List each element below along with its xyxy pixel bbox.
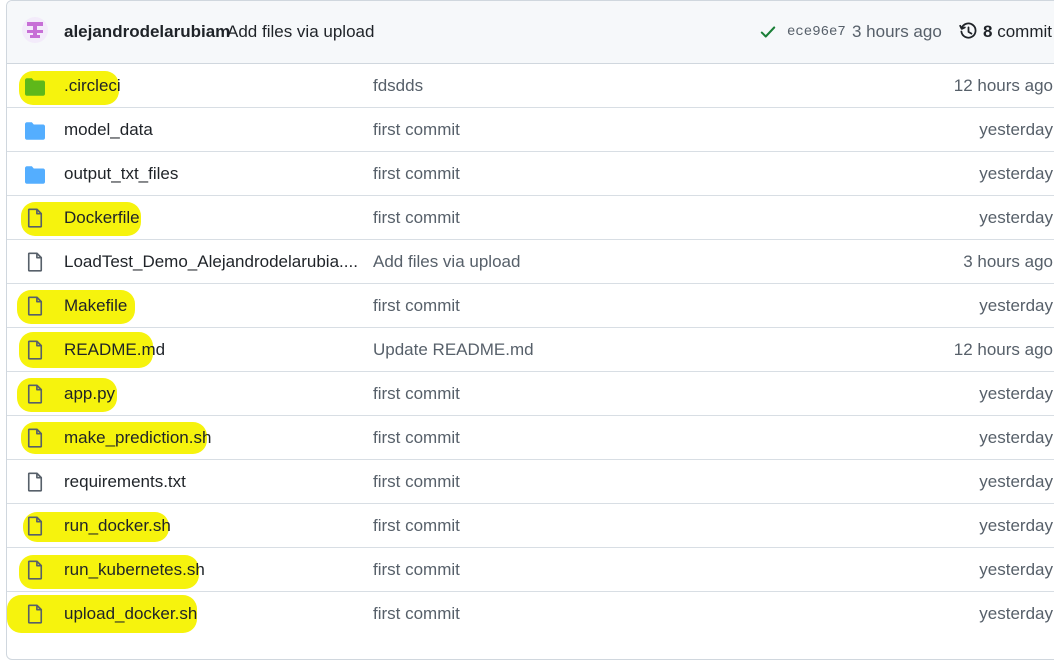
file-commit-message[interactable]: first commit <box>373 120 460 140</box>
file-commit-age: yesterday <box>979 208 1053 227</box>
file-commit-age: 3 hours ago <box>963 252 1053 271</box>
file-row[interactable]: make_prediction.sh first commit yesterday <box>7 416 1054 460</box>
file-icon <box>25 252 45 272</box>
file-commit-age: yesterday <box>979 164 1053 183</box>
file-icon <box>25 208 45 228</box>
file-row[interactable]: requirements.txt first commit yesterday <box>7 460 1054 504</box>
file-browser: alejandrodelarubiam Add files via upload… <box>6 0 1054 660</box>
commits-count: 8 <box>983 22 993 41</box>
file-commit-message[interactable]: first commit <box>373 384 460 404</box>
file-row[interactable]: README.md Update README.md 12 hours ago <box>7 328 1054 372</box>
file-icon <box>25 296 45 316</box>
file-commit-age: yesterday <box>979 428 1053 447</box>
file-row[interactable]: run_kubernetes.sh first commit yesterday <box>7 548 1054 592</box>
file-name-link[interactable]: app.py <box>64 384 115 404</box>
file-icon <box>25 428 45 448</box>
file-commit-age: yesterday <box>979 296 1053 315</box>
file-commit-age: yesterday <box>979 384 1053 403</box>
file-commit-age: yesterday <box>979 604 1053 623</box>
file-row[interactable]: .circleci fdsdds 12 hours ago <box>7 64 1054 108</box>
file-commit-message[interactable]: first commit <box>373 164 460 184</box>
folder-icon <box>25 78 45 98</box>
file-commit-message[interactable]: Add files via upload <box>373 252 520 272</box>
file-commit-message[interactable]: first commit <box>373 472 460 492</box>
history-icon[interactable] <box>959 22 978 41</box>
file-name-link[interactable]: Makefile <box>64 296 127 316</box>
file-commit-age: yesterday <box>979 472 1053 491</box>
commit-author[interactable]: alejandrodelarubiam <box>64 22 230 42</box>
file-commit-message[interactable]: first commit <box>373 604 460 624</box>
file-commit-message[interactable]: Update README.md <box>373 340 534 360</box>
file-name-link[interactable]: .circleci <box>64 76 121 96</box>
file-commit-message[interactable]: first commit <box>373 208 460 228</box>
file-row[interactable]: run_docker.sh first commit yesterday <box>7 504 1054 548</box>
file-row[interactable]: model_data first commit yesterday <box>7 108 1054 152</box>
file-icon <box>25 472 45 492</box>
file-icon <box>25 560 45 580</box>
file-row[interactable]: Dockerfile first commit yesterday <box>7 196 1054 240</box>
check-icon[interactable] <box>759 23 777 41</box>
file-name-link[interactable]: run_kubernetes.sh <box>64 560 205 580</box>
file-commit-age: 12 hours ago <box>953 76 1053 95</box>
file-commit-message[interactable]: first commit <box>373 560 460 580</box>
commit-time: 3 hours ago <box>852 22 942 41</box>
folder-icon <box>25 166 45 186</box>
commits-link[interactable]: 8 commit <box>983 22 1052 42</box>
file-name-link[interactable]: output_txt_files <box>64 164 178 184</box>
file-row[interactable]: Makefile first commit yesterday <box>7 284 1054 328</box>
file-list: .circleci fdsdds 12 hours ago model_data fir… <box>7 64 1054 636</box>
folder-icon <box>25 122 45 142</box>
file-name-link[interactable]: README.md <box>64 340 165 360</box>
avatar[interactable] <box>22 17 48 43</box>
file-commit-message[interactable]: first commit <box>373 296 460 316</box>
file-name-link[interactable]: Dockerfile <box>64 208 140 228</box>
file-row[interactable]: app.py first commit yesterday <box>7 372 1054 416</box>
file-commit-message[interactable]: fdsdds <box>373 76 423 96</box>
file-row[interactable]: upload_docker.sh first commit yesterday <box>7 592 1054 636</box>
latest-commit-bar: alejandrodelarubiam Add files via upload… <box>7 1 1054 64</box>
file-name-link[interactable]: upload_docker.sh <box>64 604 197 624</box>
file-name-link[interactable]: make_prediction.sh <box>64 428 211 448</box>
file-commit-message[interactable]: first commit <box>373 428 460 448</box>
file-commit-message[interactable]: first commit <box>373 516 460 536</box>
file-row[interactable]: LoadTest_Demo_Alejandrodelarubia.... Add … <box>7 240 1054 284</box>
file-row[interactable]: output_txt_files first commit yesterday <box>7 152 1054 196</box>
file-icon <box>25 384 45 404</box>
file-commit-age: 12 hours ago <box>953 340 1053 359</box>
file-commit-age: yesterday <box>979 120 1053 139</box>
file-commit-age: yesterday <box>979 560 1053 579</box>
file-name-link[interactable]: requirements.txt <box>64 472 186 492</box>
file-name-link[interactable]: LoadTest_Demo_Alejandrodelarubia.... <box>64 252 358 272</box>
file-icon <box>25 340 45 360</box>
file-icon <box>25 516 45 536</box>
file-icon <box>25 604 45 624</box>
commit-message[interactable]: Add files via upload <box>227 22 374 42</box>
file-commit-age: yesterday <box>979 516 1053 535</box>
commits-label: commit <box>997 22 1052 41</box>
file-name-link[interactable]: model_data <box>64 120 153 140</box>
file-name-link[interactable]: run_docker.sh <box>64 516 171 536</box>
commit-sha[interactable]: ece96e7 <box>787 24 846 40</box>
